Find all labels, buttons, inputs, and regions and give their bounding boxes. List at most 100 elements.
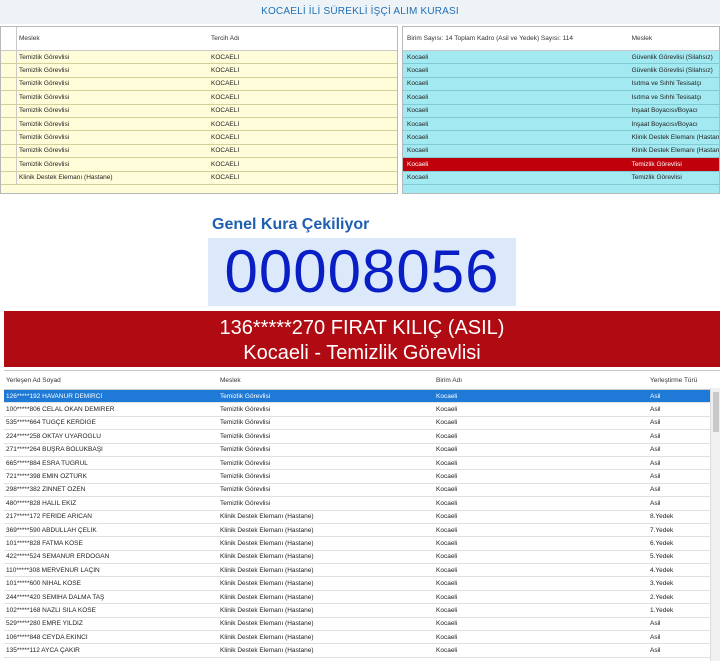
table-row[interactable]: Temizlik Görevlisi KOCAELİ — [1, 77, 397, 92]
table-row[interactable]: 100*****806 CELAL OKAN DEMİRER Temizlik G… — [4, 403, 720, 417]
table-row[interactable]: Temizlik Görevlisi KOCAELİ — [1, 131, 397, 145]
meslek-cell: Klinik Destek Elemanı (Hastane) — [631, 147, 719, 155]
table-row[interactable]: 369*****590 ABDULLAH ÇELİK Klinik Destek … — [4, 524, 720, 538]
table-row[interactable]: Temizlik Görevlisi KOCAELİ — [1, 158, 397, 172]
table-row[interactable]: 102*****168 NAZLI SILA KÖSE Klinik Destek… — [4, 604, 720, 618]
winner-name: 136*****270 FIRAT KILIÇ (ASIL) — [219, 317, 505, 339]
ad-soyad-cell: 102*****168 NAZLI SILA KÖSE — [6, 606, 96, 614]
column-header-yerlestirme-turu[interactable]: Yerleştirme Türü — [648, 377, 704, 384]
table-row[interactable]: 535*****664 TUĞÇE KERDİĞE Temizlik Görevl… — [4, 417, 720, 431]
table-row[interactable]: 101*****828 FATMA KÖSE Klinik Destek Elem… — [4, 537, 720, 551]
table-row[interactable]: Temizlik Görevlisi KOCAELİ — [1, 104, 397, 118]
meslek-cell: Temizlik Görevlisi — [220, 486, 271, 494]
table-row[interactable]: 217*****172 FERİDE ARICAN Klinik Destek E… — [4, 511, 720, 524]
ad-soyad-cell: 101*****828 FATMA KÖSE — [6, 539, 83, 547]
table-row[interactable]: 480*****828 HALİL EKİZ Temizlik Görevlisi… — [4, 497, 720, 511]
table-row[interactable]: Kocaeli Klinik Destek Elemanı (Hastane) — [403, 145, 719, 159]
birim-adi-cell: Kocaeli — [436, 446, 458, 454]
column-header-meslek[interactable]: Meslek — [628, 35, 719, 42]
column-header-meslek[interactable]: Meslek — [17, 35, 209, 42]
ad-soyad-cell: 535*****664 TUĞÇE KERDİĞE — [6, 419, 96, 427]
table-row[interactable]: Kocaeli Güvenlik Görevlisi (Silahsız) — [403, 64, 719, 78]
table-row[interactable]: 106*****848 CEYDA EKİNCİ Klinik Destek El… — [4, 631, 720, 645]
birim-adi-cell: Kocaeli — [436, 580, 458, 588]
birim-adi-cell: Kocaeli — [436, 539, 458, 547]
table-row[interactable]: Temizlik Görevlisi KOCAELİ — [1, 64, 397, 78]
row-header-cell[interactable] — [1, 131, 17, 144]
birim-adi-cell: Kocaeli — [436, 499, 458, 507]
table-row[interactable]: 126*****192 HAVANUR DEMİRCİ Temizlik Göre… — [4, 390, 720, 404]
meslek-cell: Temizlik Görevlisi — [220, 473, 271, 481]
column-header-birim-adi[interactable]: Birim Adı — [434, 377, 648, 384]
birim-adi-cell: Kocaeli — [436, 606, 458, 614]
ad-soyad-cell: 480*****828 HALİL EKİZ — [6, 499, 77, 507]
row-header-cell[interactable] — [1, 91, 17, 104]
preference-grid[interactable]: Meslek Tercih Adı Temizlik Görevlisi KOCA… — [0, 26, 398, 194]
table-row[interactable]: 224*****258 OKTAY UYAROĞLU Temizlik Görev… — [4, 430, 720, 444]
results-grid[interactable]: Yerleşen Ad Soyad Meslek Birim Adı Yerle… — [4, 370, 720, 661]
preference-grid-body: Temizlik Görevlisi KOCAELİ Temizlik Görevl… — [1, 51, 397, 185]
row-header-cell[interactable] — [1, 144, 17, 158]
table-row[interactable]: Kocaeli İnşaat Boyacısı/Boyacı — [403, 105, 719, 118]
tercih-adi-cell: KOCAELİ — [211, 147, 240, 155]
table-row[interactable]: 271*****264 BÜŞRA BÖLÜKBAŞI Temizlik Göre… — [4, 444, 720, 457]
column-header-birim-sayisi[interactable]: Birim Sayısı: 14 Toplam Kadro (Asil ve Y… — [403, 35, 628, 42]
row-header-cell[interactable] — [1, 77, 17, 91]
scrollbar-thumb[interactable] — [713, 392, 719, 432]
row-header-cell[interactable] — [1, 117, 17, 131]
results-scrollbar[interactable] — [710, 388, 720, 661]
meslek-cell: Klinik Destek Elemanı (Hastane) — [220, 526, 314, 534]
meslek-cell: Klinik Destek Elemanı (Hastane) — [220, 620, 314, 628]
row-header-cell[interactable] — [1, 64, 17, 77]
column-header-tercih-adi[interactable]: Tercih Adı — [209, 35, 389, 42]
birim-adi-cell: Kocaeli — [436, 647, 458, 655]
table-row[interactable]: Klinik Destek Elemanı (Hastane) KOCAELİ — [1, 171, 397, 185]
table-row[interactable]: 244*****420 SEMİHA DALMA TAŞ Klinik Deste… — [4, 591, 720, 605]
birim-cell: Kocaeli — [407, 120, 429, 128]
table-row[interactable]: 721*****398 EMİN ÖZTÜRK Temizlik Görevlis… — [4, 470, 720, 484]
birim-adi-cell: Kocaeli — [436, 432, 458, 440]
preference-grid-header: Meslek Tercih Adı — [1, 27, 397, 51]
meslek-cell: Klinik Destek Elemanı (Hastane) — [220, 553, 314, 561]
yerlestirme-turu-cell: 2.Yedek — [650, 593, 674, 601]
column-header-yerlesen-ad-soyad[interactable]: Yerleşen Ad Soyad — [4, 377, 218, 384]
birim-adi-cell: Kocaeli — [436, 566, 458, 574]
table-row[interactable]: 110*****308 MERVENUR LAÇİN Klinik Destek … — [4, 564, 720, 578]
yerlestirme-turu-cell: Asil — [650, 459, 661, 467]
table-row[interactable]: Kocaeli Temizlik Görevlisi — [403, 158, 719, 172]
row-header-cell[interactable] — [1, 158, 17, 171]
table-row[interactable]: 422*****524 SEMANUR ERDOĞAN Klinik Destek… — [4, 551, 720, 565]
row-header-cell[interactable] — [1, 104, 17, 117]
table-row[interactable]: Kocaeli Isıtma ve Sıhhi Tesisatçı — [403, 78, 719, 92]
table-row[interactable]: Kocaeli Isıtma ve Sıhhi Tesisatçı — [403, 91, 719, 105]
table-row[interactable]: 135*****112 AYCA ÇAKIR Klinik Destek Elem… — [4, 644, 720, 658]
table-row[interactable]: Kocaeli Temizlik Görevlisi — [403, 172, 719, 185]
ad-soyad-cell: 100*****806 CELAL OKAN DEMİRER — [6, 406, 115, 414]
birim-adi-cell: Kocaeli — [436, 620, 458, 628]
table-row[interactable]: 101*****600 NİHAL KÖSE Klinik Destek Elem… — [4, 577, 720, 591]
window-title: KOCAELİ İLİ SÜREKLİ İŞÇİ ALIM KURASI — [0, 0, 720, 24]
birim-cell: Kocaeli — [407, 107, 429, 115]
birim-adi-cell: Kocaeli — [436, 513, 458, 521]
table-row[interactable]: Temizlik Görevlisi KOCAELİ — [1, 51, 397, 65]
row-header-cell[interactable] — [1, 51, 17, 64]
winner-banner: 136*****270 FIRAT KILIÇ (ASIL) Kocaeli -… — [4, 311, 720, 367]
yerlestirme-turu-cell: Asil — [650, 473, 661, 481]
meslek-cell: Temizlik Görevlisi — [19, 160, 70, 168]
table-row[interactable]: 665*****884 ESRA TUĞRUL Temizlik Görevlis… — [4, 457, 720, 471]
tercih-adi-cell: KOCAELİ — [211, 53, 240, 61]
birim-adi-cell: Kocaeli — [436, 459, 458, 467]
column-header-meslek[interactable]: Meslek — [218, 377, 434, 384]
table-row[interactable]: Temizlik Görevlisi KOCAELİ — [1, 144, 397, 159]
section-separator — [0, 194, 720, 200]
table-row[interactable]: Temizlik Görevlisi KOCAELİ — [1, 91, 397, 105]
table-row[interactable]: Kocaeli İnşaat Boyacısı/Boyacı — [403, 118, 719, 132]
table-row[interactable]: Temizlik Görevlisi KOCAELİ — [1, 117, 397, 132]
unit-grid[interactable]: Birim Sayısı: 14 Toplam Kadro (Asil ve Y… — [402, 26, 720, 194]
ad-soyad-cell: 244*****420 SEMİHA DALMA TAŞ — [6, 593, 105, 601]
row-header-cell[interactable] — [1, 171, 17, 184]
table-row[interactable]: 529*****280 EMRE YILDIZ Klinik Destek Ele… — [4, 618, 720, 632]
table-row[interactable]: 298*****382 ZİNNET ÖZEN Temizlik Görevlis… — [4, 484, 720, 498]
table-row[interactable]: Kocaeli Klinik Destek Elemanı (Hastane) — [403, 131, 719, 145]
table-row[interactable]: Kocaeli Güvenlik Görevlisi (Silahsız) — [403, 51, 719, 65]
